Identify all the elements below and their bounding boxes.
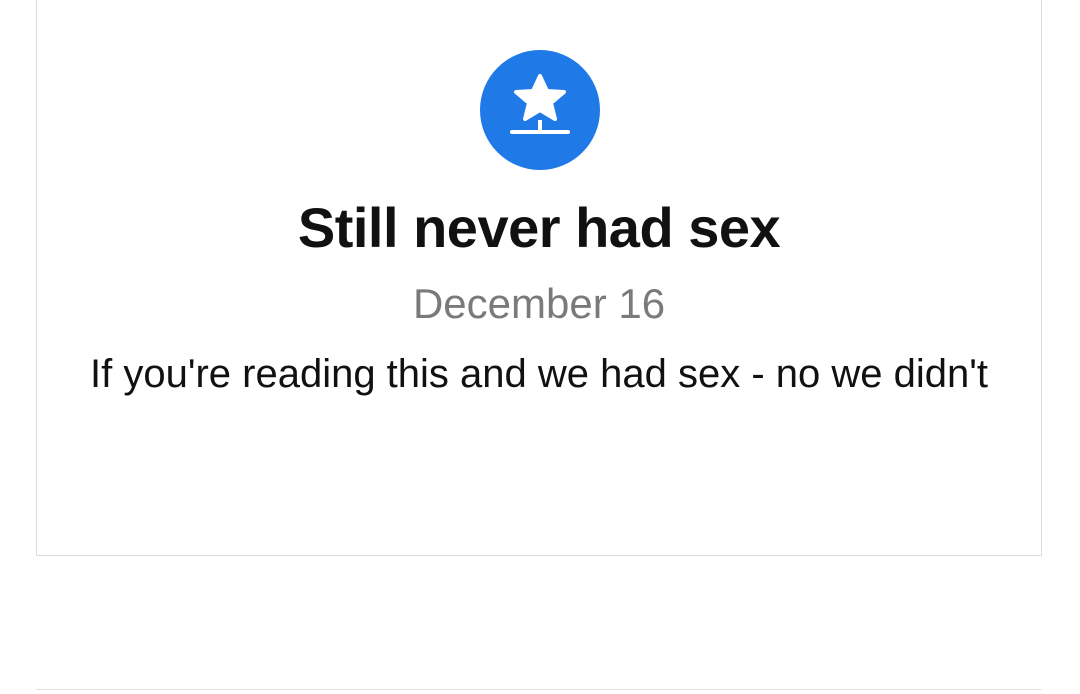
event-message: If you're reading this and we had sex - … — [89, 352, 989, 396]
memory-card: Still never had sex December 16 If you'r… — [36, 0, 1042, 556]
event-title: Still never had sex — [297, 196, 781, 259]
star-pin-icon — [480, 50, 600, 170]
bottom-divider — [36, 689, 1042, 690]
event-date: December 16 — [412, 280, 666, 327]
star-pin-glyph — [510, 74, 570, 134]
